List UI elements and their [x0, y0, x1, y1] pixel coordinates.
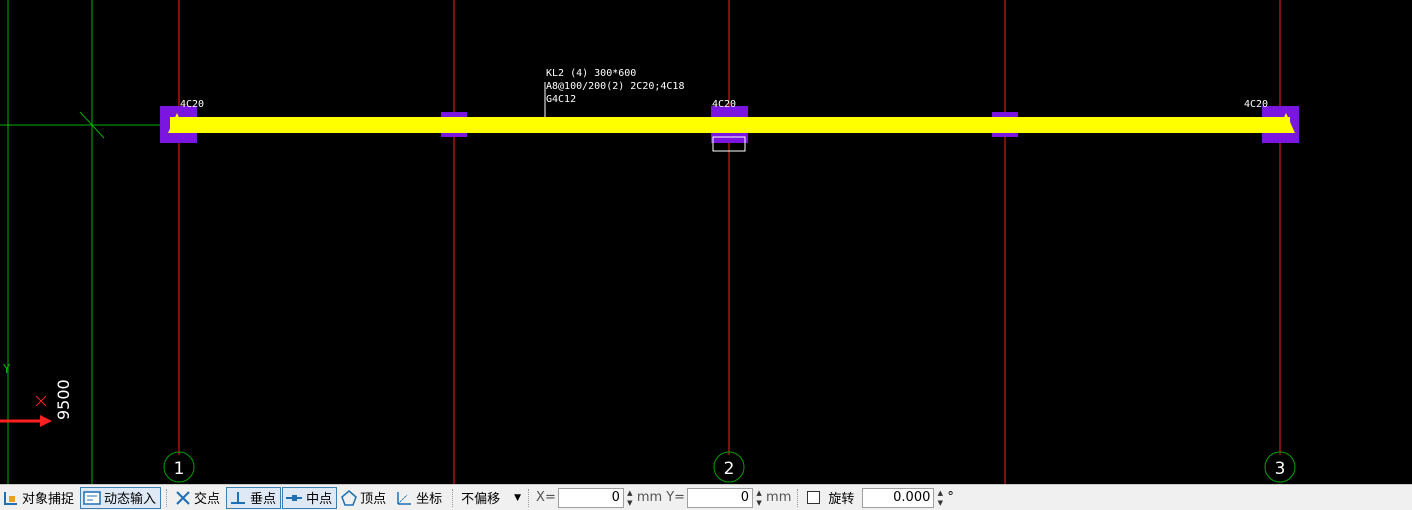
- rotate-input[interactable]: 0.000: [862, 487, 935, 508]
- midpoint-label: 中点: [306, 492, 333, 507]
- beam-label-line2[interactable]: A8@100/200(2) 2C20;4C18: [546, 81, 684, 92]
- perpendicular-icon: [231, 491, 246, 504]
- separator: [166, 488, 168, 507]
- separator: [797, 488, 799, 507]
- drawing-canvas[interactable]: KL2 (4) 300*600 A8@100/200(2) 2C20;4C18 …: [0, 0, 1412, 484]
- intersection-label: 交点: [194, 492, 221, 507]
- x-coordinate-input[interactable]: 0: [557, 487, 624, 508]
- vertex-icon: [341, 489, 357, 506]
- perpendicular-label: 垂点: [250, 492, 277, 507]
- status-toolbar: 对象捕捉 动态输入 交点 垂点 中点 顶点 坐标 不偏移 ▼ X= 0 ▲ ▼ m…: [0, 484, 1412, 510]
- chevron-down-icon: ▼: [514, 492, 522, 503]
- y-coordinate-value: 0: [740, 490, 750, 505]
- ucs-y-label: Y: [2, 362, 11, 376]
- object-snap-button[interactable]: 对象捕捉: [0, 487, 79, 509]
- x-unit-label: mm: [636, 490, 663, 505]
- rebar-label[interactable]: 4C20: [712, 99, 736, 110]
- x-coordinate-value: 0: [611, 490, 620, 505]
- beam-kl2[interactable]: [170, 117, 1290, 133]
- separator: [528, 488, 530, 507]
- separator: [452, 488, 454, 507]
- rotate-value: 0.000: [893, 490, 931, 505]
- rebar-label[interactable]: 4C20: [1244, 99, 1268, 110]
- y-unit-label: mm: [766, 490, 792, 505]
- dynamic-input-icon: [83, 490, 101, 505]
- object-snap-icon: [4, 491, 17, 505]
- dynamic-input-button[interactable]: 动态输入: [80, 486, 162, 509]
- dimension-text[interactable]: 9500: [54, 379, 73, 420]
- intersection-snap-button[interactable]: 交点: [172, 487, 225, 509]
- x-spinner[interactable]: ▲ ▼: [625, 488, 635, 508]
- y-spinner[interactable]: ▲ ▼: [754, 488, 764, 508]
- axis-bubble-label: 3: [1275, 459, 1286, 479]
- offset-value: 不偏移: [461, 492, 501, 507]
- rebar-label[interactable]: 4C20: [180, 99, 204, 110]
- rotate-label: 旋转: [828, 492, 855, 507]
- axis-bubble-label: 2: [724, 459, 735, 479]
- rotate-checkbox[interactable]: [807, 491, 821, 504]
- ucs-x-arrowhead: [40, 415, 52, 427]
- cad-drawing[interactable]: KL2 (4) 300*600 A8@100/200(2) 2C20;4C18 …: [0, 0, 1412, 484]
- rotate-spinner[interactable]: ▲ ▼: [935, 488, 945, 508]
- vertex-snap-button[interactable]: 顶点: [338, 487, 391, 509]
- degree-symbol: °: [947, 490, 954, 505]
- y-coordinate-input[interactable]: 0: [687, 487, 754, 508]
- dynamic-input-label: 动态输入: [104, 492, 157, 507]
- axis-bubble-label: 1: [174, 459, 185, 479]
- x-coordinate-label: X=: [536, 490, 556, 505]
- perpendicular-snap-button[interactable]: 垂点: [226, 486, 282, 509]
- intersection-icon: [176, 490, 190, 505]
- y-coordinate-label: Y=: [666, 490, 686, 505]
- midpoint-snap-button[interactable]: 中点: [282, 486, 338, 509]
- beam-label-line3[interactable]: G4C12: [546, 94, 576, 105]
- midpoint-icon: [286, 494, 303, 501]
- coordinate-label: 坐标: [416, 492, 443, 507]
- coordinate-snap-button[interactable]: 坐标: [392, 487, 447, 509]
- beam-label-line1[interactable]: KL2 (4) 300*600: [546, 68, 636, 79]
- vertex-label: 顶点: [360, 492, 387, 507]
- offset-dropdown[interactable]: 不偏移 ▼: [458, 488, 524, 507]
- object-snap-label: 对象捕捉: [22, 492, 75, 507]
- coordinate-icon: [397, 491, 412, 505]
